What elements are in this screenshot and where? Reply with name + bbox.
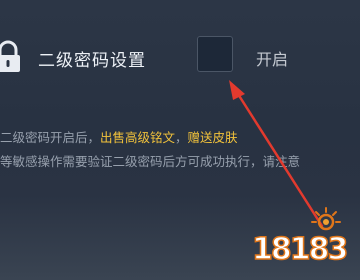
highlight-sell-inscription: 出售高级铭文	[100, 130, 176, 145]
description-line-2: 等敏感操作需要验证二级密码后方可成功执行，请注意	[0, 154, 301, 169]
lock-icon	[0, 40, 20, 72]
description-line-1: 二级密码开启后，出售高级铭文，赠送皮肤	[0, 127, 360, 146]
highlight-gift-skin: 赠送皮肤	[187, 130, 238, 145]
settings-screen: 二级密码设置 开启 二级密码开启后，出售高级铭文，赠送皮肤 等敏感操作需要验证二…	[0, 0, 360, 280]
second-password-checkbox[interactable]	[197, 36, 233, 72]
toggle-label: 开启	[256, 50, 289, 69]
watermark-logo: 18183	[251, 231, 349, 268]
setting-title: 二级密码设置	[38, 51, 146, 71]
description-separator: ，	[175, 130, 188, 145]
description-prefix: 二级密码开启后，	[0, 130, 101, 145]
